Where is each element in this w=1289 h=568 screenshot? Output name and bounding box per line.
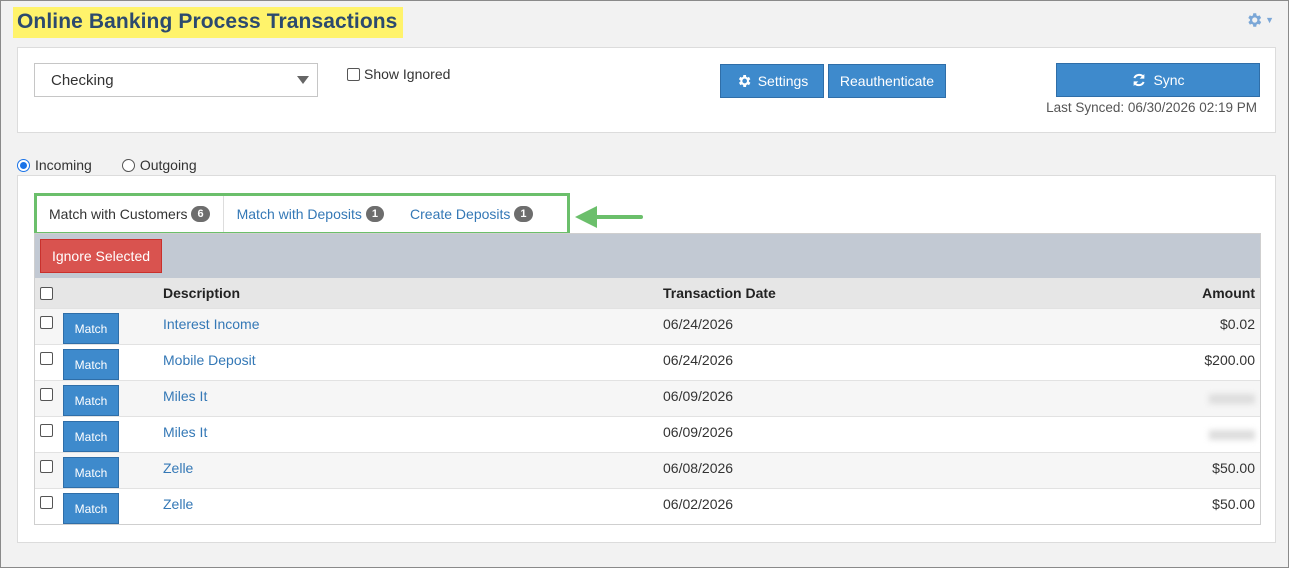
incoming-label: Incoming [35, 157, 92, 173]
transaction-date: 06/09/2026 [663, 388, 734, 404]
controls-panel: Checking Show Ignored Settings Reauthent… [17, 47, 1276, 133]
direction-radio-group: Incoming Outgoing [17, 157, 197, 173]
ignore-selected-button[interactable]: Ignore Selected [40, 239, 162, 273]
radio-button[interactable] [121, 158, 135, 172]
sync-button[interactable]: Sync [1056, 63, 1260, 97]
description-link[interactable]: Miles It [163, 424, 207, 440]
settings-button-label: Settings [757, 73, 809, 89]
match-column-header [63, 278, 163, 308]
amount: $50.00 [1212, 460, 1255, 476]
description-link[interactable]: Zelle [163, 496, 193, 512]
match-button[interactable]: Match [63, 457, 119, 488]
gear-icon [738, 75, 751, 87]
radio-button-selected[interactable] [17, 158, 30, 172]
reauthenticate-button-label: Reauthenticate [839, 73, 935, 89]
amount-redacted [1063, 417, 1260, 443]
transactions-panel: Match with Customers 6 Match with Deposi… [17, 175, 1276, 543]
column-header-date: Transaction Date [663, 285, 776, 301]
redaction-blur [1209, 430, 1255, 440]
table-row: Match Miles It 06/09/2026 [35, 380, 1260, 416]
match-button[interactable]: Match [63, 421, 119, 452]
outgoing-label: Outgoing [139, 157, 197, 173]
amount: $0.02 [1219, 316, 1255, 332]
match-button[interactable]: Match [63, 349, 119, 380]
match-button[interactable]: Match [63, 493, 119, 524]
show-ignored-checkbox[interactable]: Show Ignored [347, 66, 450, 82]
tab-label: Create Deposits [410, 206, 511, 222]
row-checkbox[interactable] [40, 388, 53, 401]
arrow-left-icon [575, 206, 643, 228]
redaction-blur [1209, 394, 1255, 404]
table-row: Match Interest Income 06/24/2026 $0.02 [35, 308, 1260, 344]
sync-button-label: Sync [1153, 72, 1185, 88]
transaction-date: 06/24/2026 [663, 316, 734, 332]
amount-redacted [1063, 381, 1260, 407]
description-link[interactable]: Miles It [163, 388, 207, 404]
last-synced-text: Last Synced: 06/30/2026 02:19 PM [1046, 100, 1257, 115]
count-badge: 6 [191, 206, 210, 222]
match-button[interactable]: Match [63, 313, 119, 344]
row-checkbox[interactable] [40, 352, 53, 365]
description-link[interactable]: Interest Income [163, 316, 260, 332]
transaction-date: 06/08/2026 [663, 460, 734, 476]
tab-label: Match with Deposits [236, 206, 362, 222]
table-toolbar: Ignore Selected [35, 234, 1260, 278]
chevron-down-icon [297, 76, 309, 84]
chevron-down-icon: ▼ [1265, 15, 1274, 25]
account-select[interactable]: Checking [34, 63, 318, 97]
select-all-checkbox[interactable] [40, 286, 53, 300]
tab-label: Match with Customers [49, 206, 188, 222]
row-checkbox[interactable] [40, 496, 53, 509]
gear-icon [1248, 13, 1262, 27]
table-header-row: Description Transaction Date Amount [35, 278, 1260, 308]
table-row: Match Mobile Deposit 06/24/2026 $200.00 [35, 344, 1260, 380]
checkbox[interactable] [347, 67, 360, 81]
show-ignored-label: Show Ignored [364, 66, 451, 82]
transaction-date: 06/24/2026 [663, 352, 734, 368]
match-button[interactable]: Match [63, 385, 119, 416]
tab-create-deposits[interactable]: Create Deposits 1 [397, 196, 546, 232]
description-link[interactable]: Zelle [163, 460, 193, 476]
row-checkbox[interactable] [40, 316, 53, 329]
amount: $50.00 [1212, 496, 1255, 512]
table-row: Match Miles It 06/09/2026 [35, 416, 1260, 452]
row-checkbox[interactable] [40, 424, 53, 437]
outgoing-radio[interactable]: Outgoing [121, 157, 197, 173]
count-badge: 1 [514, 206, 533, 222]
count-badge: 1 [365, 206, 385, 222]
table-row: Match Zelle 06/02/2026 $50.00 [35, 488, 1260, 524]
column-header-description: Description [163, 285, 241, 301]
account-select-value: Checking [51, 71, 114, 89]
amount: $200.00 [1204, 352, 1255, 368]
tab-match-with-deposits[interactable]: Match with Deposits 1 [224, 196, 397, 232]
table-row: Match Zelle 06/08/2026 $50.00 [35, 452, 1260, 488]
settings-button[interactable]: Settings [720, 64, 824, 98]
transactions-table: Ignore Selected Description Transaction … [34, 233, 1261, 525]
tab-bar: Match with Customers 6 Match with Deposi… [34, 193, 570, 235]
page-title: Online Banking Process Transactions [17, 10, 398, 33]
column-header-amount: Amount [1202, 285, 1255, 301]
sync-icon [1133, 73, 1146, 87]
reauthenticate-button[interactable]: Reauthenticate [828, 64, 946, 98]
page-settings-menu[interactable]: ▼ [1245, 11, 1274, 29]
page-title-highlight: Online Banking Process Transactions [13, 7, 404, 38]
transaction-date: 06/09/2026 [663, 424, 734, 440]
description-link[interactable]: Mobile Deposit [163, 352, 256, 368]
incoming-radio[interactable]: Incoming [17, 157, 92, 173]
transaction-date: 06/02/2026 [663, 496, 734, 512]
tab-match-with-customers[interactable]: Match with Customers 6 [37, 196, 224, 232]
row-checkbox[interactable] [40, 460, 53, 473]
